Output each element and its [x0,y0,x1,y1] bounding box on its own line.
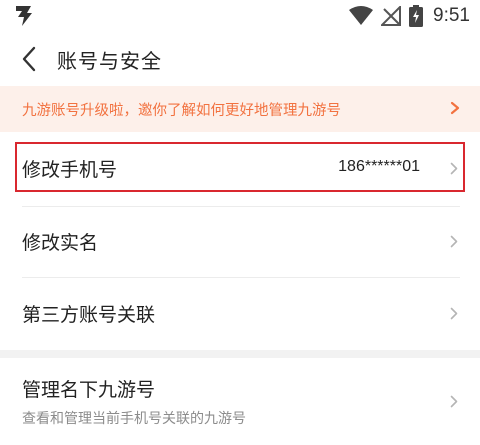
chevron-right-icon [450,395,458,408]
nav-bar: 账号与安全 [0,34,480,84]
third-party-label: 第三方账号关联 [22,304,156,326]
chevron-right-icon [450,101,460,115]
status-time: 9:51 [433,5,470,26]
change-realname-label: 修改实名 [22,232,99,254]
wifi-icon [349,6,374,25]
chevron-right-icon [450,235,458,248]
upgrade-banner[interactable]: 九游账号升级啦，邀你了解如何更好地管理九游号 [0,86,480,132]
settings-item-change-phone[interactable]: 修改手机号 186******01 [0,140,480,200]
status-bar: 9:51 [0,0,480,34]
chevron-right-icon [450,162,458,175]
no-signal-icon [381,6,402,26]
manage-accounts-description: 查看和管理当前手机号关联的九游号 [22,411,246,427]
page-title: 账号与安全 [57,49,162,73]
chevron-right-icon [450,307,458,320]
chevron-left-icon[interactable] [18,44,40,74]
settings-item-manage-accounts[interactable]: 管理名下九游号 查看和管理当前手机号关联的九游号 [0,358,480,445]
phone-number-value: 186******01 [338,158,420,175]
settings-item-third-party[interactable]: 第三方账号关联 [0,278,480,348]
app-badge-icon [16,6,32,26]
section-divider [0,350,480,358]
settings-item-change-realname[interactable]: 修改实名 [0,207,480,277]
banner-text: 九游账号升级啦，邀你了解如何更好地管理九游号 [22,103,341,119]
battery-charging-icon [409,5,424,27]
manage-accounts-label: 管理名下九游号 [22,379,156,401]
status-icons: 9:51 [349,4,470,28]
change-phone-label: 修改手机号 [22,159,118,181]
